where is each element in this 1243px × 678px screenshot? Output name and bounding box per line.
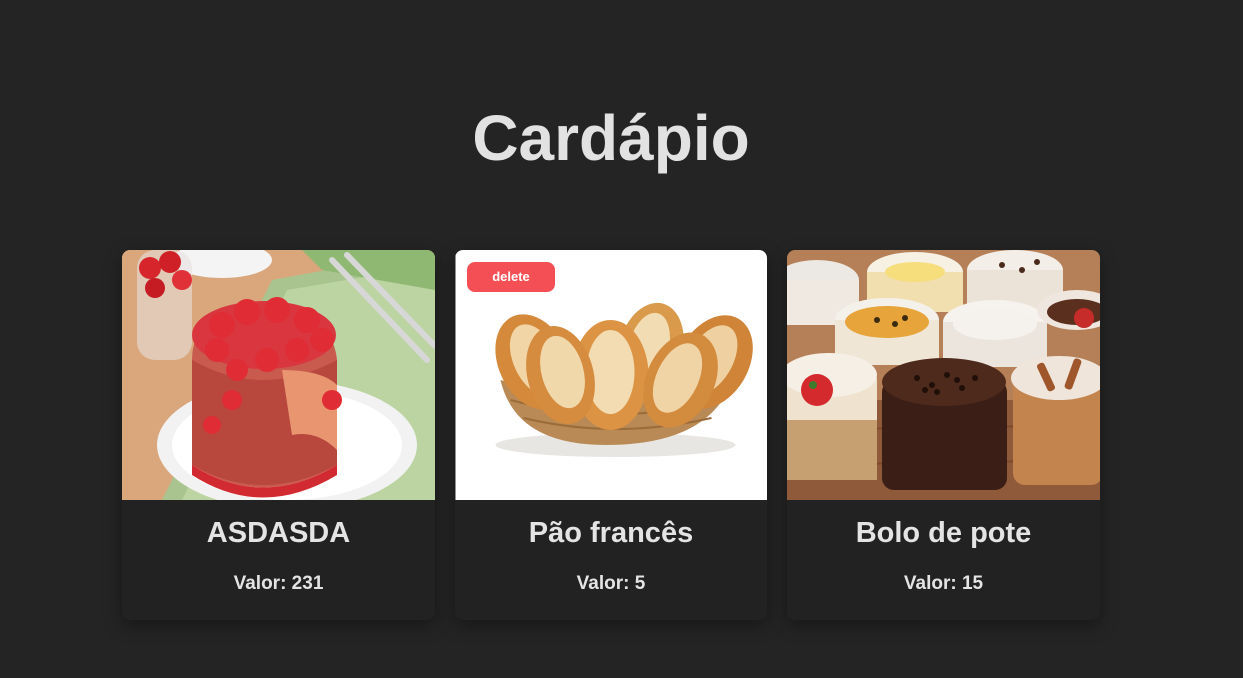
item-price: Valor: 5 bbox=[576, 573, 646, 594]
item-price: Valor: 15 bbox=[903, 573, 984, 594]
item-name: Bolo de pote bbox=[855, 517, 1032, 549]
menu-card: delete Pão francês Valor: 5 bbox=[455, 250, 767, 620]
item-name: ASDASDA bbox=[206, 517, 351, 549]
strawberry-cake-image bbox=[122, 250, 435, 500]
item-name: Pão francês bbox=[528, 517, 694, 549]
delete-button[interactable]: delete bbox=[467, 262, 555, 292]
item-price: Valor: 231 bbox=[233, 573, 324, 594]
page-title: Cardápio bbox=[472, 102, 750, 174]
menu-card: ASDASDA Valor: 231 bbox=[122, 250, 435, 620]
cake-jars-image bbox=[787, 250, 1100, 500]
menu-card: Bolo de pote Valor: 15 bbox=[787, 250, 1100, 620]
